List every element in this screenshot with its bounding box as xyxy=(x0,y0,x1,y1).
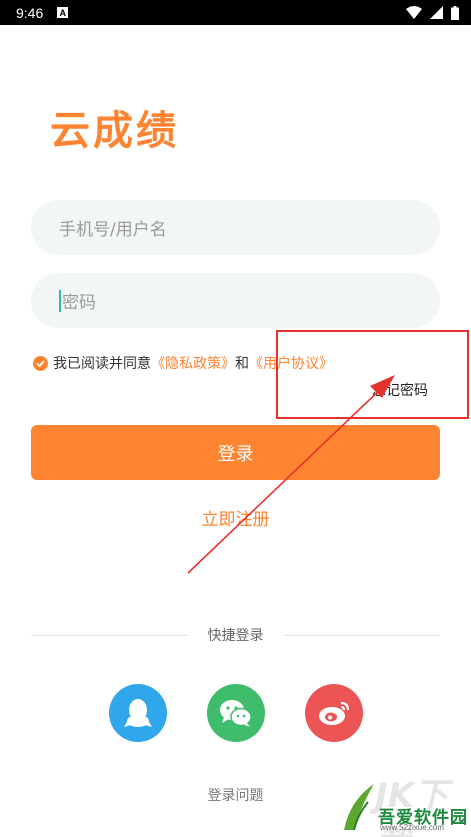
quick-login-divider: 快捷登录 xyxy=(31,625,440,645)
qq-login-button[interactable] xyxy=(109,684,167,742)
status-time: 9:46 xyxy=(16,4,44,21)
checkmark-icon xyxy=(36,359,45,367)
app-title: 云成绩 xyxy=(50,108,179,154)
battery-icon xyxy=(451,5,459,20)
watermark-url: www.52zixue.com xyxy=(380,823,445,832)
status-bar: 9:46 A xyxy=(0,0,471,25)
weibo-icon xyxy=(319,701,350,725)
wechat-login-button[interactable] xyxy=(207,684,265,742)
quick-login-label: 快捷登录 xyxy=(207,628,264,644)
divider-line-left xyxy=(31,634,188,636)
login-button[interactable]: 登录 xyxy=(31,425,440,480)
watermark-logo-icon xyxy=(344,784,374,831)
divider-line-right xyxy=(283,634,440,636)
wechat-icon xyxy=(220,700,252,727)
status-icons xyxy=(406,5,459,20)
password-placeholder: 密码 xyxy=(62,293,96,313)
notification-icon: A xyxy=(57,7,69,18)
text-cursor xyxy=(59,289,61,312)
username-placeholder: 手机号/用户名 xyxy=(59,220,167,240)
annotation-box xyxy=(276,330,469,419)
login-button-label: 登录 xyxy=(217,443,254,465)
wifi-icon xyxy=(406,6,422,19)
password-field[interactable]: 密码 xyxy=(31,273,440,328)
register-link[interactable]: 立即注册 xyxy=(0,505,471,530)
weibo-login-button[interactable] xyxy=(305,684,363,742)
agreement-and: 和 xyxy=(235,356,249,372)
cellular-signal-icon xyxy=(430,6,443,19)
agreement-text: 我已阅读并同意 xyxy=(53,356,151,372)
agreement-checkbox[interactable] xyxy=(33,355,48,371)
qq-penguin-icon xyxy=(124,699,152,727)
privacy-policy-link[interactable]: 《隐私政策》 xyxy=(151,353,235,373)
username-field[interactable]: 手机号/用户名 xyxy=(31,200,440,255)
